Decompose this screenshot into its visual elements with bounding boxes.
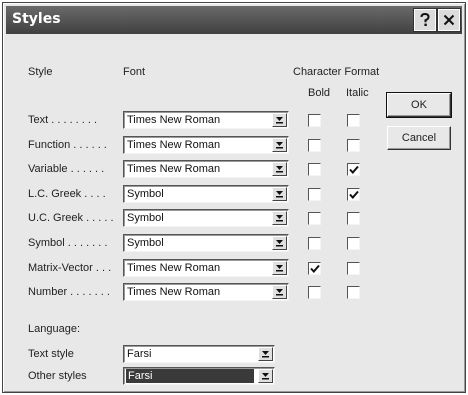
italic-checkbox[interactable]	[347, 163, 360, 176]
font-dropdown-button[interactable]	[272, 162, 287, 176]
italic-checkbox[interactable]	[347, 114, 360, 127]
italic-checkbox[interactable]	[347, 139, 360, 152]
style-row-font-select[interactable]: Times New Roman	[123, 259, 289, 277]
other-styles-label: Other styles	[28, 370, 87, 382]
bold-checkbox[interactable]	[308, 262, 321, 275]
chevron-down-icon	[276, 215, 283, 222]
chevron-down-icon	[262, 373, 269, 380]
dialog-title: Styles	[12, 11, 61, 27]
font-dropdown-button[interactable]	[272, 211, 287, 225]
close-icon	[443, 14, 455, 26]
style-row-label: U.C. Greek . . . . .	[28, 212, 114, 224]
ok-button[interactable]: OK	[386, 92, 452, 118]
bold-checkbox[interactable]	[308, 286, 321, 299]
style-row-font-select[interactable]: Times New Roman	[123, 283, 289, 301]
language-heading: Language:	[28, 323, 80, 335]
style-row-label: Symbol . . . . . . .	[28, 237, 108, 249]
italic-checkbox[interactable]	[347, 237, 360, 250]
bold-checkbox[interactable]	[308, 139, 321, 152]
style-row-label: Function . . . . . .	[28, 139, 107, 151]
style-row-font-value: Symbol	[127, 212, 164, 224]
checkmark-icon	[310, 264, 320, 273]
styles-dialog: Styles Style Font Character Format Bold …	[2, 2, 466, 393]
style-row-font-value: Times New Roman	[127, 286, 221, 298]
header-character-format: Character Format	[293, 66, 380, 78]
font-dropdown-button[interactable]	[272, 236, 287, 250]
style-row-font-value: Times New Roman	[127, 163, 221, 175]
style-row-label: Text . . . . . . . .	[28, 114, 98, 126]
chevron-down-icon	[276, 142, 283, 149]
bold-checkbox[interactable]	[308, 188, 321, 201]
checkmark-icon	[349, 165, 359, 174]
chevron-down-icon	[276, 289, 283, 296]
italic-checkbox[interactable]	[347, 286, 360, 299]
style-row-font-value: Symbol	[127, 237, 164, 249]
checkmark-icon	[349, 190, 359, 199]
style-row-label: L.C. Greek . . . .	[28, 188, 106, 200]
style-row-font-select[interactable]: Times New Roman	[123, 160, 289, 178]
chevron-down-icon	[276, 265, 283, 272]
style-row-label: Matrix-Vector . . .	[28, 262, 112, 274]
other-styles-dropdown-button[interactable]	[258, 369, 273, 383]
style-row-font-select[interactable]: Times New Roman	[123, 136, 289, 154]
style-row-font-select[interactable]: Symbol	[123, 234, 289, 252]
style-row-label: Variable . . . . . .	[28, 163, 105, 175]
other-styles-value: Farsi	[126, 369, 254, 383]
help-icon	[420, 13, 430, 26]
style-row-font-value: Times New Roman	[127, 262, 221, 274]
title-bar[interactable]: Styles	[6, 6, 462, 34]
italic-checkbox[interactable]	[347, 262, 360, 275]
header-font: Font	[123, 66, 146, 78]
chevron-down-icon	[276, 240, 283, 247]
header-bold: Bold	[308, 87, 331, 99]
bold-checkbox[interactable]	[308, 212, 321, 225]
header-style: Style	[28, 66, 53, 78]
chevron-down-icon	[276, 166, 283, 173]
chevron-down-icon	[276, 117, 283, 124]
style-row-font-value: Symbol	[127, 188, 164, 200]
header-italic: Italic	[346, 87, 369, 99]
style-row-label: Number . . . . . . .	[28, 286, 110, 298]
style-row-font-value: Times New Roman	[127, 114, 221, 126]
chevron-down-icon	[262, 351, 269, 358]
other-styles-select[interactable]: Farsi	[123, 367, 275, 385]
font-dropdown-button[interactable]	[272, 138, 287, 152]
bold-checkbox[interactable]	[308, 237, 321, 250]
font-dropdown-button[interactable]	[272, 187, 287, 201]
italic-checkbox[interactable]	[347, 212, 360, 225]
style-row-font-select[interactable]: Times New Roman	[123, 111, 289, 129]
font-dropdown-button[interactable]	[272, 261, 287, 275]
font-dropdown-button[interactable]	[272, 113, 287, 127]
font-dropdown-button[interactable]	[272, 285, 287, 299]
text-style-select[interactable]: Farsi	[123, 345, 275, 363]
chevron-down-icon	[276, 191, 283, 198]
help-button[interactable]	[413, 8, 437, 32]
style-row-font-select[interactable]: Symbol	[123, 185, 289, 203]
bold-checkbox[interactable]	[308, 163, 321, 176]
text-style-dropdown-button[interactable]	[258, 347, 273, 361]
style-row-font-select[interactable]: Symbol	[123, 209, 289, 227]
text-style-value: Farsi	[127, 348, 152, 360]
italic-checkbox[interactable]	[347, 188, 360, 201]
close-button[interactable]	[437, 8, 461, 32]
style-row-font-value: Times New Roman	[127, 139, 221, 151]
text-style-label: Text style	[28, 348, 74, 360]
bold-checkbox[interactable]	[308, 114, 321, 127]
cancel-button[interactable]: Cancel	[387, 126, 451, 150]
